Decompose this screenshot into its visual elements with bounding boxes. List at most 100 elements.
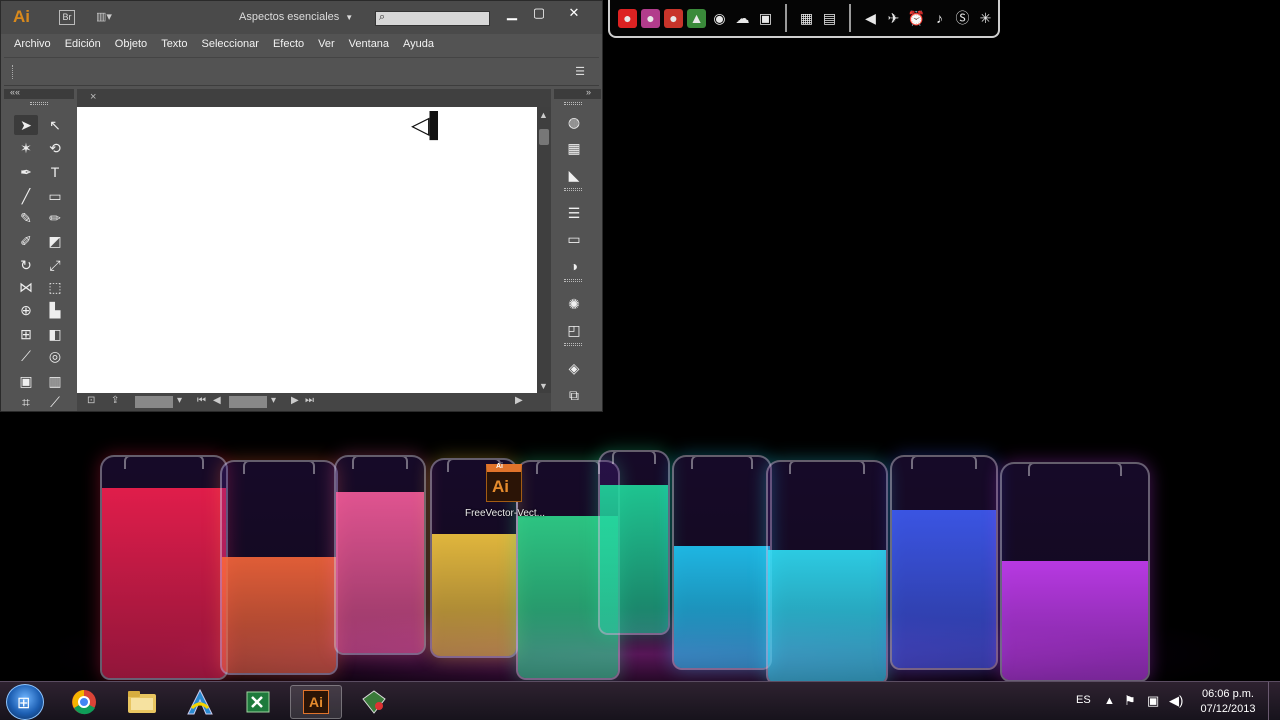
- scale-tool-icon[interactable]: ⤢: [43, 255, 67, 275]
- file-explorer-icon[interactable]: [116, 685, 168, 719]
- panel-grip[interactable]: [30, 102, 48, 105]
- network-icon[interactable]: ▣: [1147, 693, 1159, 709]
- panel-grip[interactable]: [564, 343, 582, 346]
- free-transform-tool-icon[interactable]: ⬚: [43, 277, 67, 297]
- blend-tool-icon[interactable]: ◎: [43, 346, 67, 366]
- workspace-switcher[interactable]: Aspectos esenciales ▼: [239, 11, 353, 23]
- eraser-tool-icon[interactable]: ◩: [43, 231, 67, 251]
- mesh-tool-icon[interactable]: ⊞: [14, 324, 38, 344]
- zoom-icon[interactable]: ⊡: [87, 395, 95, 406]
- menu-ayuda[interactable]: Ayuda: [403, 34, 434, 54]
- action-center-flag-icon[interactable]: ⚑: [1124, 693, 1136, 709]
- lasso-tool-icon[interactable]: ⟲: [43, 138, 67, 158]
- panel-grip[interactable]: [564, 102, 582, 105]
- zoom-field[interactable]: [135, 396, 173, 408]
- scroll-up-icon[interactable]: ▲: [539, 110, 548, 120]
- gradient-tool-icon[interactable]: ◧: [43, 324, 67, 344]
- color-guide-icon[interactable]: ◍: [563, 112, 585, 132]
- symbol-sprayer-tool-icon[interactable]: ▣: [14, 371, 38, 391]
- paintbrush-tool-icon[interactable]: ✎: [14, 208, 38, 228]
- windows-icon[interactable]: ▦: [797, 9, 816, 28]
- utility-icon[interactable]: [348, 685, 400, 719]
- eyedropper-tool-icon[interactable]: ⟋: [14, 346, 38, 366]
- stroke-icon[interactable]: ☰: [563, 203, 585, 223]
- direct-selection-tool-icon[interactable]: ↖: [43, 115, 67, 135]
- minimize-icon[interactable]: ▁: [499, 5, 525, 21]
- shape-builder-tool-icon[interactable]: ⊕: [14, 300, 38, 320]
- last-artboard-icon[interactable]: ⏭: [305, 395, 314, 406]
- type-tool-icon[interactable]: T: [43, 162, 67, 182]
- panel-grip[interactable]: [564, 188, 582, 191]
- graphic-styles-icon[interactable]: ◰: [563, 320, 585, 340]
- cloud-icon[interactable]: ☁: [733, 9, 752, 28]
- angry-birds-space-icon[interactable]: ●: [641, 8, 660, 28]
- pencil-tool-icon[interactable]: ✏: [43, 208, 67, 228]
- magic-wand-tool-icon[interactable]: ✶: [14, 138, 38, 158]
- next-artboard-icon[interactable]: ▶: [291, 395, 299, 406]
- volume-icon[interactable]: ◀): [1169, 693, 1183, 709]
- menu-ver[interactable]: Ver: [318, 34, 335, 54]
- artboards-icon[interactable]: ⧉: [563, 385, 585, 405]
- blob-brush-tool-icon[interactable]: ✐: [14, 231, 38, 251]
- taskmanager-icon[interactable]: ▤: [820, 9, 839, 28]
- excel-icon[interactable]: [232, 685, 284, 719]
- chrome-icon[interactable]: [58, 685, 110, 719]
- width-tool-icon[interactable]: ⋈: [14, 277, 38, 297]
- menu-seleccionar[interactable]: Seleccionar: [201, 34, 258, 54]
- close-icon[interactable]: ✕: [561, 5, 587, 21]
- collapse-icon[interactable]: »: [586, 87, 591, 97]
- alarm-icon[interactable]: ⏰: [907, 9, 926, 28]
- panel-header[interactable]: »: [554, 87, 601, 99]
- artboard-canvas[interactable]: [77, 107, 537, 393]
- scrollbar-thumb[interactable]: [539, 129, 549, 145]
- bridge-button[interactable]: Br: [59, 10, 75, 25]
- menu-objeto[interactable]: Objeto: [115, 34, 147, 54]
- show-hidden-icons-icon[interactable]: ▲: [1104, 695, 1115, 707]
- panel-menu-icon[interactable]: ☰: [575, 65, 585, 78]
- layers-icon[interactable]: ◈: [563, 358, 585, 378]
- maximize-icon[interactable]: ▢: [526, 5, 552, 21]
- screen-icon[interactable]: ▣: [756, 9, 775, 28]
- scroll-right-icon[interactable]: ▶: [515, 395, 523, 406]
- perspective-grid-tool-icon[interactable]: ▙: [43, 300, 67, 320]
- angry-birds-red-icon[interactable]: ●: [618, 8, 637, 28]
- arch-app-icon[interactable]: [174, 685, 226, 719]
- game-icon[interactable]: ▲: [687, 8, 706, 28]
- chevron-down-icon[interactable]: ▾: [271, 395, 276, 406]
- effects-icon[interactable]: ✳: [976, 9, 995, 28]
- column-graph-tool-icon[interactable]: ▥: [43, 371, 67, 391]
- panel-header[interactable]: ««: [4, 87, 74, 99]
- close-tab-icon[interactable]: ×: [90, 91, 96, 103]
- show-desktop-button[interactable]: [1268, 682, 1280, 720]
- gradient-icon[interactable]: ▭: [563, 229, 585, 249]
- slice-tool-icon[interactable]: ⟋: [43, 392, 67, 412]
- menu-texto[interactable]: Texto: [161, 34, 187, 54]
- search-box[interactable]: ⌕: [375, 11, 490, 26]
- control-bar-grip[interactable]: [12, 65, 15, 79]
- volume-icon[interactable]: ◀: [861, 9, 880, 28]
- language-indicator[interactable]: ES: [1076, 694, 1091, 706]
- artboard-tool-icon[interactable]: ⌗: [14, 392, 38, 412]
- previous-artboard-icon[interactable]: ◀: [213, 395, 221, 406]
- line-segment-tool-icon[interactable]: ╱: [14, 186, 38, 206]
- artboard-number-field[interactable]: [229, 396, 267, 408]
- clock[interactable]: 06:06 p.m. 07/12/2013: [1196, 687, 1260, 717]
- vertical-scrollbar[interactable]: ▲ ▼: [537, 107, 551, 393]
- transparency-icon[interactable]: ◑: [563, 256, 585, 276]
- pen-tool-icon[interactable]: ✒: [14, 162, 38, 182]
- brushes-icon[interactable]: ◣: [563, 165, 585, 185]
- illustrator-icon[interactable]: Ai: [290, 685, 342, 719]
- menu-efecto[interactable]: Efecto: [273, 34, 304, 54]
- rotate-tool-icon[interactable]: ↻: [14, 255, 38, 275]
- swatches-icon[interactable]: ▦: [563, 138, 585, 158]
- scroll-down-icon[interactable]: ▼: [539, 381, 548, 391]
- rectangle-tool-icon[interactable]: ▭: [43, 186, 67, 206]
- start-button[interactable]: ⊞: [6, 684, 44, 720]
- panel-grip[interactable]: [564, 279, 582, 282]
- skype-icon[interactable]: Ⓢ: [953, 9, 972, 28]
- music-icon[interactable]: ♪: [930, 9, 949, 28]
- desktop-file-icon[interactable]: Ai Ai FreeVector-Vect...: [455, 462, 555, 526]
- share-icon[interactable]: ⇪: [111, 395, 119, 406]
- eye-icon[interactable]: ◉: [710, 9, 729, 28]
- chevron-down-icon[interactable]: ▾: [177, 395, 182, 406]
